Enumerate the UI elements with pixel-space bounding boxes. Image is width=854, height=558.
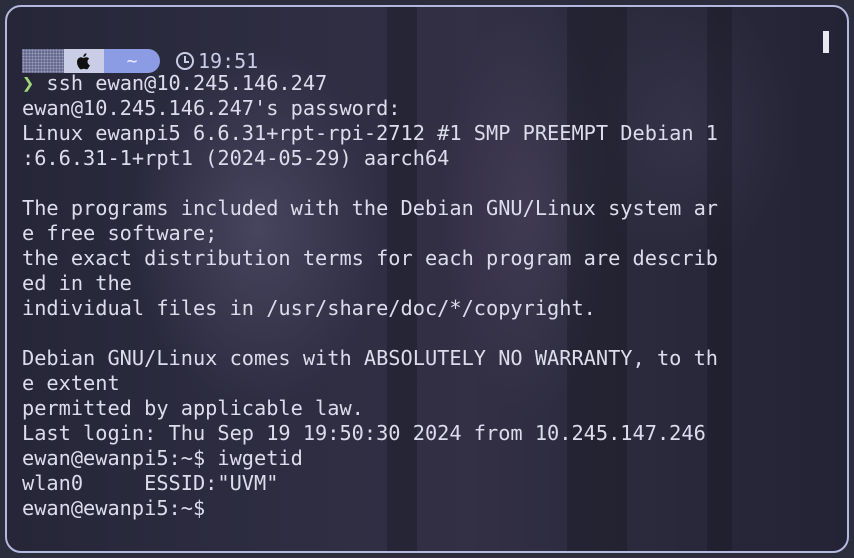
terminal-line: Last login: Thu Sep 19 19:50:30 2024 fro… xyxy=(22,421,706,445)
terminal-line: ewan@10.245.146.247's password: xyxy=(22,96,401,120)
terminal-line: ewan@ewanpi5:~$ iwgetid xyxy=(22,446,303,470)
terminal-line: :6.6.31-1+rpt1 (2024-05-29) aarch64 xyxy=(22,146,450,170)
terminal-line: permitted by applicable law. xyxy=(22,396,364,420)
scroll-cursor-indicator xyxy=(823,31,829,53)
command-text: ssh ewan@10.245.146.247 xyxy=(34,71,328,95)
terminal-line: e extent xyxy=(22,371,120,395)
terminal-line: e free software; xyxy=(22,221,218,245)
terminal-output[interactable]: ❯ ssh ewan@10.245.146.247 ewan@10.245.146… xyxy=(22,46,822,521)
terminal-line: ed in the xyxy=(22,271,132,295)
terminal-line: the exact distribution terms for each pr… xyxy=(22,246,718,270)
terminal-line: wlan0 ESSID:"UVM" xyxy=(22,471,279,495)
terminal-line: Linux ewanpi5 6.6.31+rpt-rpi-2712 #1 SMP… xyxy=(22,121,718,145)
terminal-line: Debian GNU/Linux comes with ABSOLUTELY N… xyxy=(22,346,718,370)
terminal-line: ❯ ssh ewan@10.245.146.247 xyxy=(22,71,822,96)
terminal-line: ewan@ewanpi5:~$ xyxy=(22,496,206,520)
terminal-line: The programs included with the Debian GN… xyxy=(22,196,718,220)
prompt-chevron: ❯ xyxy=(22,71,35,95)
terminal-line: individual files in /usr/share/doc/*/cop… xyxy=(22,296,596,320)
